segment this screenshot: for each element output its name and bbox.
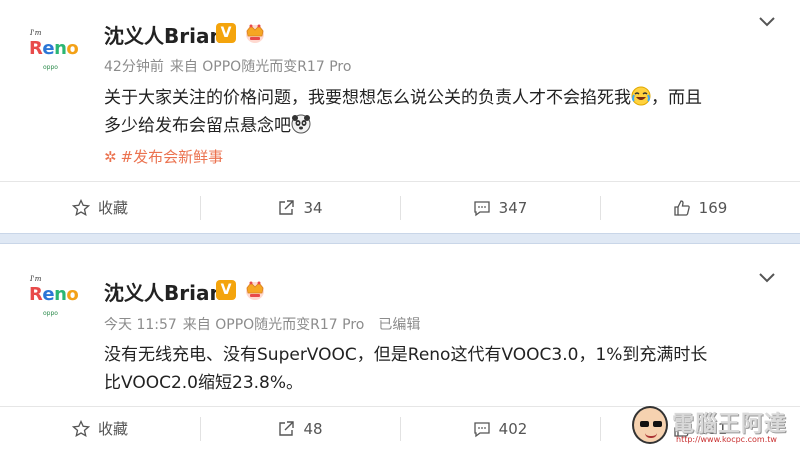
avatar-reno-logo: Reno bbox=[29, 284, 79, 305]
mascot-face-icon bbox=[632, 406, 668, 444]
post-content: 没有无线充电、没有SuperVOOC，但是Reno这代有VOOC3.0，1%到充… bbox=[104, 341, 784, 397]
share-count: 48 bbox=[303, 419, 323, 438]
avatar-im-text: I'm bbox=[30, 29, 42, 37]
favorite-button[interactable]: 收藏 bbox=[0, 407, 200, 450]
favorite-label: 收藏 bbox=[97, 199, 128, 217]
content-line-1: 关于大家关注的价格问题，我要想想怎么说公关的负责人才不会掐死我 ，而且 bbox=[104, 86, 702, 108]
post-time: 今天 11:57 bbox=[104, 317, 177, 333]
topic-icon: ✲ bbox=[104, 148, 117, 166]
action-bar: 收藏 34 347 169 bbox=[0, 181, 800, 233]
username[interactable]: 沈义人Brian bbox=[104, 277, 224, 306]
avatar[interactable]: I'm Reno oppo bbox=[22, 22, 80, 80]
watermark-text: 電腦王阿達 bbox=[672, 412, 788, 437]
like-icon bbox=[674, 199, 690, 216]
avatar-reno-logo: Reno bbox=[29, 38, 79, 59]
star-icon bbox=[71, 419, 90, 437]
comment-count: 402 bbox=[498, 419, 528, 438]
crown-icon[interactable] bbox=[242, 22, 268, 44]
content-line-1: 没有无线充电、没有SuperVOOC，但是Reno这代有VOOC3.0，1%到充… bbox=[104, 345, 708, 365]
content-line-2: 多少给发布会留点悬念吧 bbox=[104, 112, 784, 140]
comment-icon bbox=[474, 421, 490, 437]
crown-icon[interactable] bbox=[242, 279, 268, 301]
comment-count: 347 bbox=[498, 198, 528, 217]
star-icon bbox=[71, 198, 90, 216]
avatar-oppo-text: oppo bbox=[43, 310, 58, 317]
watermark-url: http://www.kocpc.com.tw bbox=[676, 435, 777, 444]
post-source[interactable]: 来自 OPPO随光而变R17 Pro bbox=[183, 317, 365, 333]
post-time: 42分钟前 bbox=[104, 59, 164, 75]
content-line-2: 比VOOC2.0缩短23.8%。 bbox=[104, 373, 304, 393]
post-content: 关于大家关注的价格问题，我要想想怎么说公关的负责人才不会掐死我 ，而且 多少给发布… bbox=[104, 84, 784, 140]
share-button[interactable]: 34 bbox=[200, 182, 400, 233]
verified-badge[interactable]: V bbox=[216, 23, 236, 43]
post-meta: 今天 11:57 来自 OPPO随光而变R17 Pro 已编辑 bbox=[104, 314, 426, 334]
favorite-label: 收藏 bbox=[97, 420, 128, 438]
laugh-cry-emoji bbox=[631, 86, 651, 106]
share-icon bbox=[279, 420, 295, 436]
like-count: 169 bbox=[698, 198, 728, 217]
username[interactable]: 沈义人Brian bbox=[104, 20, 224, 49]
weibo-post-1: I'm Reno oppo 沈义人Brian V 42分钟前 来自 OPPO随光而… bbox=[0, 0, 800, 233]
avatar[interactable]: I'm Reno oppo bbox=[22, 268, 80, 326]
verified-badge[interactable]: V bbox=[216, 280, 236, 300]
site-watermark: 電腦王阿達 http://www.kocpc.com.tw bbox=[632, 406, 792, 446]
topic-link[interactable]: ✲ #发布会新鲜事 bbox=[104, 146, 223, 167]
post-meta: 42分钟前 来自 OPPO随光而变R17 Pro bbox=[104, 56, 357, 76]
post-source[interactable]: 来自 OPPO随光而变R17 Pro bbox=[170, 59, 352, 75]
chevron-down-icon[interactable] bbox=[758, 16, 776, 28]
share-icon bbox=[279, 199, 295, 215]
comment-button[interactable]: 347 bbox=[400, 182, 600, 233]
post-separator bbox=[0, 233, 800, 244]
edited-label: 已编辑 bbox=[378, 317, 421, 333]
avatar-oppo-text: oppo bbox=[43, 64, 58, 71]
like-button[interactable]: 169 bbox=[600, 182, 800, 233]
share-count: 34 bbox=[303, 198, 323, 217]
panda-emoji bbox=[291, 114, 311, 134]
avatar-im-text: I'm bbox=[30, 275, 42, 283]
share-button[interactable]: 48 bbox=[200, 407, 400, 450]
comment-icon bbox=[474, 200, 490, 216]
chevron-down-icon[interactable] bbox=[758, 272, 776, 284]
favorite-button[interactable]: 收藏 bbox=[0, 182, 200, 233]
comment-button[interactable]: 402 bbox=[400, 407, 600, 450]
